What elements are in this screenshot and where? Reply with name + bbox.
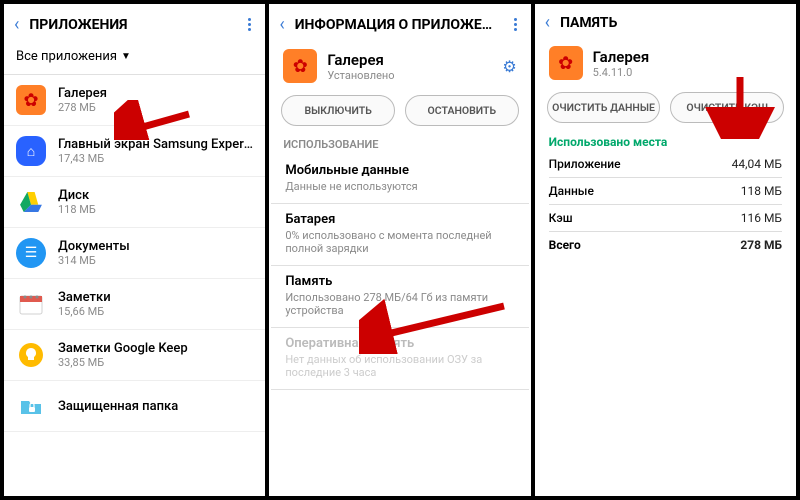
- button-row: ВЫКЛЮЧИТЬ ОСТАНОВИТЬ: [269, 95, 530, 134]
- app-name: Галерея: [58, 86, 253, 101]
- kv-val: 116 МБ: [741, 211, 782, 225]
- app-row-home[interactable]: ⌂ Главный экран Samsung Experie.. 17,43 …: [4, 126, 265, 177]
- row-title: Мобильные данные: [285, 163, 514, 178]
- home-icon: ⌂: [16, 136, 46, 166]
- clear-data-button[interactable]: ОЧИСТИТЬ ДАННЫЕ: [547, 92, 661, 123]
- overflow-menu-icon[interactable]: [510, 14, 521, 35]
- page-title: ПРИЛОЖЕНИЯ: [29, 17, 234, 33]
- section-header-used: Использовано места: [535, 131, 796, 153]
- app-size: 118 МБ: [58, 203, 253, 216]
- disable-button[interactable]: ВЫКЛЮЧИТЬ: [281, 95, 395, 126]
- row-title: Батарея: [285, 212, 514, 227]
- back-icon[interactable]: ‹: [14, 16, 19, 34]
- back-icon[interactable]: ‹: [545, 14, 550, 32]
- app-status: Установлено: [327, 69, 492, 82]
- gallery-icon: ✿: [283, 49, 317, 83]
- app-name: Заметки: [58, 290, 253, 305]
- ram-row: Оперативная память Нет данных об использ…: [271, 328, 528, 390]
- notes-icon: [16, 289, 46, 319]
- app-size: 33,85 МБ: [58, 356, 253, 369]
- panel-app-info: ‹ ИНФОРМАЦИЯ О ПРИЛОЖЕНИИ ✿ Галерея Уста…: [269, 4, 530, 496]
- row-title: Память: [285, 274, 514, 289]
- gallery-icon: ✿: [16, 85, 46, 115]
- battery-row[interactable]: Батарея 0% использовано с момента послед…: [271, 204, 528, 266]
- app-row-gallery[interactable]: ✿ Галерея 278 МБ: [4, 75, 265, 126]
- button-row: ОЧИСТИТЬ ДАННЫЕ ОЧИСТИТЬ КЭШ: [535, 92, 796, 131]
- gallery-icon: ✿: [549, 46, 583, 80]
- chevron-down-icon: ▼: [121, 51, 131, 62]
- app-name: Главный экран Samsung Experie..: [58, 137, 253, 152]
- app-name: Заметки Google Keep: [58, 341, 253, 356]
- topbar: ‹ ИНФОРМАЦИЯ О ПРИЛОЖЕНИИ: [269, 4, 530, 43]
- drive-icon: [16, 187, 46, 217]
- docs-icon: ☰: [16, 238, 46, 268]
- divider: [549, 204, 782, 205]
- kv-val: 278 МБ: [740, 238, 782, 252]
- row-desc: Нет данных об использовании ОЗУ за после…: [285, 353, 514, 379]
- app-row-keep[interactable]: Заметки Google Keep 33,85 МБ: [4, 330, 265, 381]
- divider: [549, 231, 782, 232]
- app-header: ✿ Галерея Установлено ⚙: [269, 43, 530, 95]
- storage-row[interactable]: Память Использовано 278 МБ/64 Гб из памя…: [271, 266, 528, 328]
- app-row-drive[interactable]: Диск 118 МБ: [4, 177, 265, 228]
- app-row-notes[interactable]: Заметки 15,66 МБ: [4, 279, 265, 330]
- kv-total: Всего 278 МБ: [535, 234, 796, 256]
- page-title: ПАМЯТЬ: [560, 15, 786, 31]
- panel-apps: ‹ ПРИЛОЖЕНИЯ Все приложения ▼ ✿ Галерея …: [4, 4, 265, 496]
- app-size: 314 МБ: [58, 254, 253, 267]
- keep-icon: [16, 340, 46, 370]
- back-icon[interactable]: ‹: [279, 16, 284, 34]
- divider: [549, 177, 782, 178]
- filter-dropdown[interactable]: Все приложения ▼: [4, 43, 265, 74]
- app-list: ✿ Галерея 278 МБ ⌂ Главный экран Samsung…: [4, 75, 265, 496]
- app-name: Галерея: [593, 48, 782, 66]
- app-size: 15,66 МБ: [58, 305, 253, 318]
- panel-storage: ‹ ПАМЯТЬ ✿ Галерея 5.4.11.0 ОЧИСТИТЬ ДАН…: [535, 4, 796, 496]
- app-version: 5.4.11.0: [593, 66, 782, 79]
- kv-key: Всего: [549, 238, 581, 252]
- kv-key: Приложение: [549, 157, 621, 171]
- clear-cache-button[interactable]: ОЧИСТИТЬ КЭШ: [670, 92, 784, 123]
- app-name: Защищенная папка: [58, 399, 253, 414]
- kv-cache: Кэш 116 МБ: [535, 207, 796, 229]
- kv-key: Кэш: [549, 211, 573, 225]
- filter-label: Все приложения: [16, 49, 117, 64]
- app-size: 278 МБ: [58, 101, 253, 114]
- row-desc: 0% использовано с момента последней полн…: [285, 229, 514, 255]
- topbar: ‹ ПРИЛОЖЕНИЯ: [4, 4, 265, 43]
- kv-key: Данные: [549, 184, 594, 198]
- secure-folder-icon: [16, 391, 46, 421]
- app-row-docs[interactable]: ☰ Документы 314 МБ: [4, 228, 265, 279]
- app-header: ✿ Галерея 5.4.11.0: [535, 40, 796, 92]
- section-header-usage: ИСПОЛЬЗОВАНИЕ: [269, 134, 530, 155]
- row-desc: Данные не используются: [285, 180, 514, 193]
- app-row-secure-folder[interactable]: Защищенная папка: [4, 381, 265, 432]
- topbar: ‹ ПАМЯТЬ: [535, 4, 796, 40]
- kv-data: Данные 118 МБ: [535, 180, 796, 202]
- mobile-data-row[interactable]: Мобильные данные Данные не используются: [271, 155, 528, 204]
- app-name: Документы: [58, 239, 253, 254]
- app-size: 17,43 МБ: [58, 152, 253, 165]
- stop-button[interactable]: ОСТАНОВИТЬ: [405, 95, 519, 126]
- kv-app: Приложение 44,04 МБ: [535, 153, 796, 175]
- kv-val: 44,04 МБ: [732, 157, 782, 171]
- app-name: Диск: [58, 188, 253, 203]
- row-desc: Использовано 278 МБ/64 Гб из памяти устр…: [285, 291, 514, 317]
- page-title: ИНФОРМАЦИЯ О ПРИЛОЖЕНИИ: [295, 17, 500, 33]
- kv-val: 118 МБ: [741, 184, 782, 198]
- row-title: Оперативная память: [285, 336, 514, 351]
- app-name: Галерея: [327, 51, 492, 69]
- gear-icon[interactable]: ⚙: [502, 57, 516, 76]
- overflow-menu-icon[interactable]: [244, 14, 255, 35]
